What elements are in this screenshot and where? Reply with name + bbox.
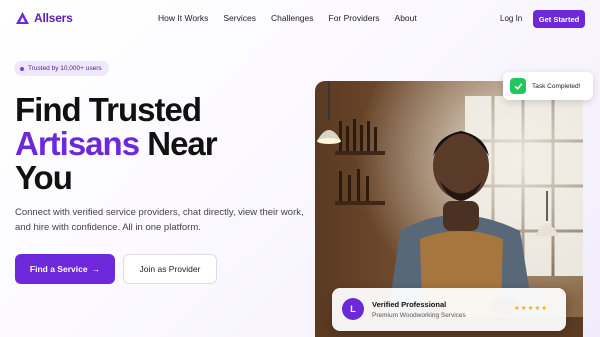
badge-dot-icon bbox=[20, 66, 24, 71]
get-started-button[interactable]: Get Started bbox=[533, 10, 585, 28]
nav-link-for-providers[interactable]: For Providers bbox=[329, 13, 380, 23]
provider-title: Verified Professional bbox=[372, 300, 447, 309]
headline-line-1: Find Trusted bbox=[15, 91, 202, 128]
find-service-label: Find a Service bbox=[29, 264, 88, 274]
brand-name: Allsers bbox=[34, 11, 73, 25]
nav-link-services[interactable]: Services bbox=[223, 13, 256, 23]
nav-link-challenges[interactable]: Challenges bbox=[271, 13, 314, 23]
headline-accent: Artisans bbox=[15, 125, 140, 162]
nav-link-about[interactable]: About bbox=[395, 13, 417, 23]
login-link[interactable]: Log In bbox=[500, 14, 522, 23]
toast-text: Task Completed! bbox=[532, 82, 581, 90]
verified-provider-card[interactable]: L Verified Professional Premium Woodwork… bbox=[332, 288, 566, 331]
find-service-button[interactable]: Find a Service → bbox=[15, 254, 115, 284]
join-provider-button[interactable]: Join as Provider bbox=[123, 254, 217, 284]
arrow-right-icon: → bbox=[91, 264, 101, 274]
nav-link-how-it-works[interactable]: How It Works bbox=[158, 13, 208, 23]
check-icon bbox=[510, 78, 526, 94]
headline-line-2: Near bbox=[147, 125, 217, 162]
trust-badge-text: Trusted by 10,000+ users bbox=[28, 65, 102, 72]
top-nav: Allsers How It Works Services Challenges… bbox=[0, 0, 600, 38]
logo-triangle-icon bbox=[16, 12, 29, 24]
provider-subtitle: Premium Woodworking Services bbox=[372, 312, 466, 319]
avatar: L bbox=[342, 298, 364, 320]
trust-badge: Trusted by 10,000+ users bbox=[14, 61, 109, 76]
task-completed-toast: Task Completed! bbox=[503, 72, 593, 100]
star-rating-icon: ★★★★★ bbox=[514, 305, 549, 312]
hero-subtext: Connect with verified service providers,… bbox=[15, 207, 304, 233]
nav-links: How It Works Services Challenges For Pro… bbox=[158, 13, 432, 23]
brand-logo[interactable]: Allsers bbox=[16, 11, 73, 25]
hero-headline: Find Trusted Artisans Near You bbox=[15, 93, 305, 195]
headline-line-3: You bbox=[15, 159, 73, 196]
